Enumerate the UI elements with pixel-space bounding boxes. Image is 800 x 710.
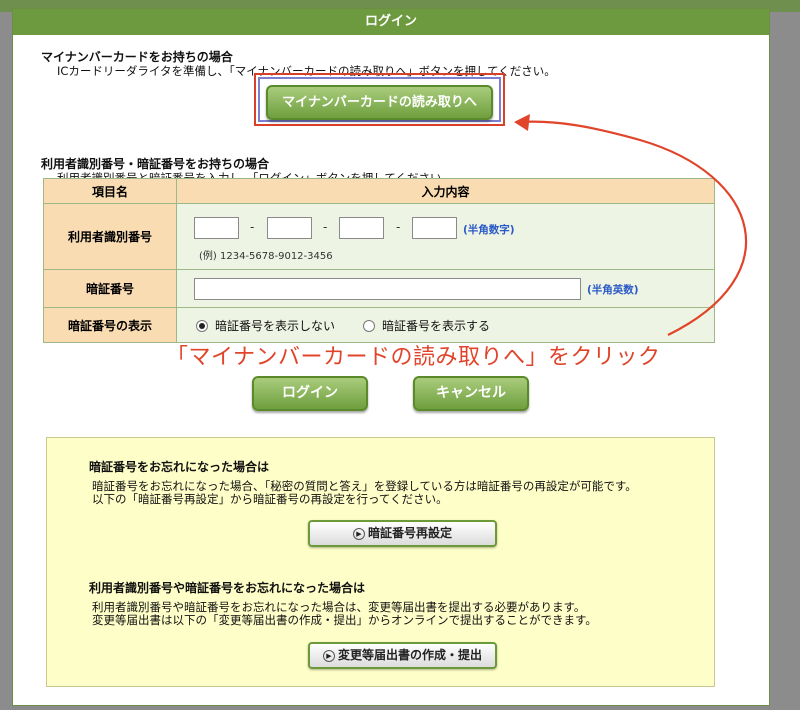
change-notification-button[interactable]: ▶ 変更等届出書の作成・提出 [308,642,497,669]
cancel-button[interactable]: キャンセル [413,376,529,411]
reset-password-label: 暗証番号再設定 [367,526,452,540]
forgot-password-text-2: 以下の「暗証番号再設定」から暗証番号の再設定を行ってください。 [92,492,448,506]
forgot-both-heading: 利用者識別番号や暗証番号をお忘れになった場合は [89,581,366,595]
play-circle-icon: ▶ [352,527,365,540]
play-circle-icon: ▶ [322,649,335,662]
forgot-both-text-2: 変更等届出書は以下の「変更等届出書の作成・提出」からオンラインで提出することがで… [92,613,597,627]
forgot-password-heading: 暗証番号をお忘れになった場合は [89,460,270,474]
change-notification-label: 変更等届出書の作成・提出 [337,648,482,662]
reset-password-button[interactable]: ▶ 暗証番号再設定 [308,520,497,547]
annotation-text: 「マイナンバーカードの読み取りへ」をクリック [166,345,661,370]
login-button[interactable]: ログイン [252,376,368,411]
